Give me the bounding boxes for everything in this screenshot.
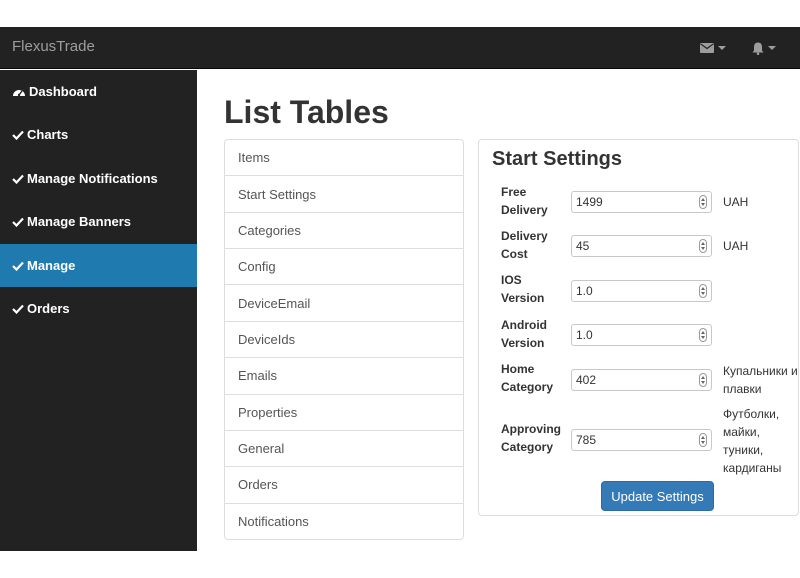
input-value: 45 — [576, 239, 590, 253]
number-spinner-icon[interactable] — [699, 239, 707, 253]
sidebar-item-label: Orders — [27, 301, 70, 316]
bell-icon — [752, 42, 764, 55]
free-delivery-label: Free Delivery — [501, 185, 548, 217]
number-spinner-icon[interactable] — [699, 328, 707, 342]
list-item-config[interactable]: Config — [225, 249, 463, 286]
page-title: List Tables — [224, 94, 389, 130]
ios-version-input[interactable]: 1.0 — [571, 280, 712, 302]
home-category-label: Home Category — [501, 362, 554, 394]
sidebar-item-label: Manage — [27, 258, 76, 273]
number-spinner-icon[interactable] — [699, 373, 707, 387]
sidebar-item-label: Charts — [27, 127, 69, 142]
check-icon — [12, 130, 24, 140]
page: FlexusTrade Dashboard Charts Manage Noti… — [0, 0, 800, 578]
sidebar-item-manage-notifications[interactable]: Manage Notifications — [0, 157, 197, 200]
number-spinner-icon[interactable] — [699, 284, 707, 298]
input-value: 1.0 — [576, 284, 593, 298]
ios-version-label: IOS Version — [501, 273, 545, 305]
chevron-down-icon — [718, 46, 726, 50]
update-settings-button[interactable]: Update Settings — [601, 481, 714, 511]
sidebar-item-manage-banners[interactable]: Manage Banners — [0, 200, 197, 243]
number-spinner-icon[interactable] — [699, 195, 707, 209]
delivery-cost-input[interactable]: 45 — [571, 235, 712, 257]
check-icon — [12, 217, 24, 227]
sidebar-item-label: Manage Banners — [27, 214, 132, 229]
list-item-categories[interactable]: Categories — [225, 213, 463, 250]
panel-title: Start Settings — [492, 148, 623, 170]
approving-category-name: Футболки, майки, туники, кардиганы — [723, 407, 782, 475]
home-category-name: Купальники и плавки — [723, 364, 798, 396]
start-settings-panel: Start Settings Free Delivery 1499 UAH De… — [478, 139, 799, 516]
list-item-notifications[interactable]: Notifications — [225, 504, 463, 539]
delivery-cost-label: Delivery Cost — [501, 229, 548, 261]
home-category-input[interactable]: 402 — [571, 369, 712, 391]
android-version-input[interactable]: 1.0 — [571, 324, 712, 346]
dashboard-icon — [13, 89, 25, 96]
check-icon — [12, 261, 24, 271]
alerts-dropdown[interactable] — [752, 39, 776, 57]
list-item-start-settings[interactable]: Start Settings — [225, 176, 463, 213]
sidebar-item-label: Manage Notifications — [27, 171, 158, 186]
sidebar-item-charts[interactable]: Charts — [0, 113, 197, 156]
envelope-icon — [700, 43, 714, 53]
check-icon — [12, 304, 24, 314]
sidebar: Dashboard Charts Manage Notifications Ma… — [0, 70, 197, 551]
brand-logo[interactable]: FlexusTrade — [12, 38, 95, 55]
sidebar-item-manage[interactable]: Manage — [0, 244, 197, 287]
main-content: List Tables Items Start Settings Categor… — [197, 70, 800, 551]
sidebar-item-label: Dashboard — [29, 84, 97, 99]
delivery-cost-unit: UAH — [723, 239, 749, 253]
android-version-label: Android Version — [501, 318, 547, 350]
sidebar-item-orders[interactable]: Orders — [0, 287, 197, 330]
input-value: 402 — [576, 373, 597, 387]
free-delivery-input[interactable]: 1499 — [571, 191, 712, 213]
list-item-properties[interactable]: Properties — [225, 395, 463, 431]
messages-dropdown[interactable] — [700, 39, 726, 57]
list-item-device-email[interactable]: DeviceEmail — [225, 285, 463, 322]
chevron-down-icon — [768, 46, 776, 50]
sidebar-item-dashboard[interactable]: Dashboard — [0, 70, 197, 113]
input-value: 785 — [576, 433, 597, 447]
approving-category-label: Approving Category — [501, 422, 561, 454]
input-value: 1499 — [576, 195, 603, 209]
list-item-device-ids[interactable]: DeviceIds — [225, 322, 463, 359]
list-item-general[interactable]: General — [225, 431, 463, 468]
list-item-orders[interactable]: Orders — [225, 467, 463, 504]
approving-category-input[interactable]: 785 — [571, 429, 712, 451]
number-spinner-icon[interactable] — [699, 433, 707, 447]
list-item-emails[interactable]: Emails — [225, 358, 463, 395]
top-navbar: FlexusTrade — [0, 27, 800, 69]
check-icon — [12, 174, 24, 184]
list-item-items[interactable]: Items — [225, 140, 463, 177]
tables-list: Items Start Settings Categories Config D… — [224, 139, 464, 540]
input-value: 1.0 — [576, 328, 593, 342]
free-delivery-unit: UAH — [723, 195, 749, 209]
